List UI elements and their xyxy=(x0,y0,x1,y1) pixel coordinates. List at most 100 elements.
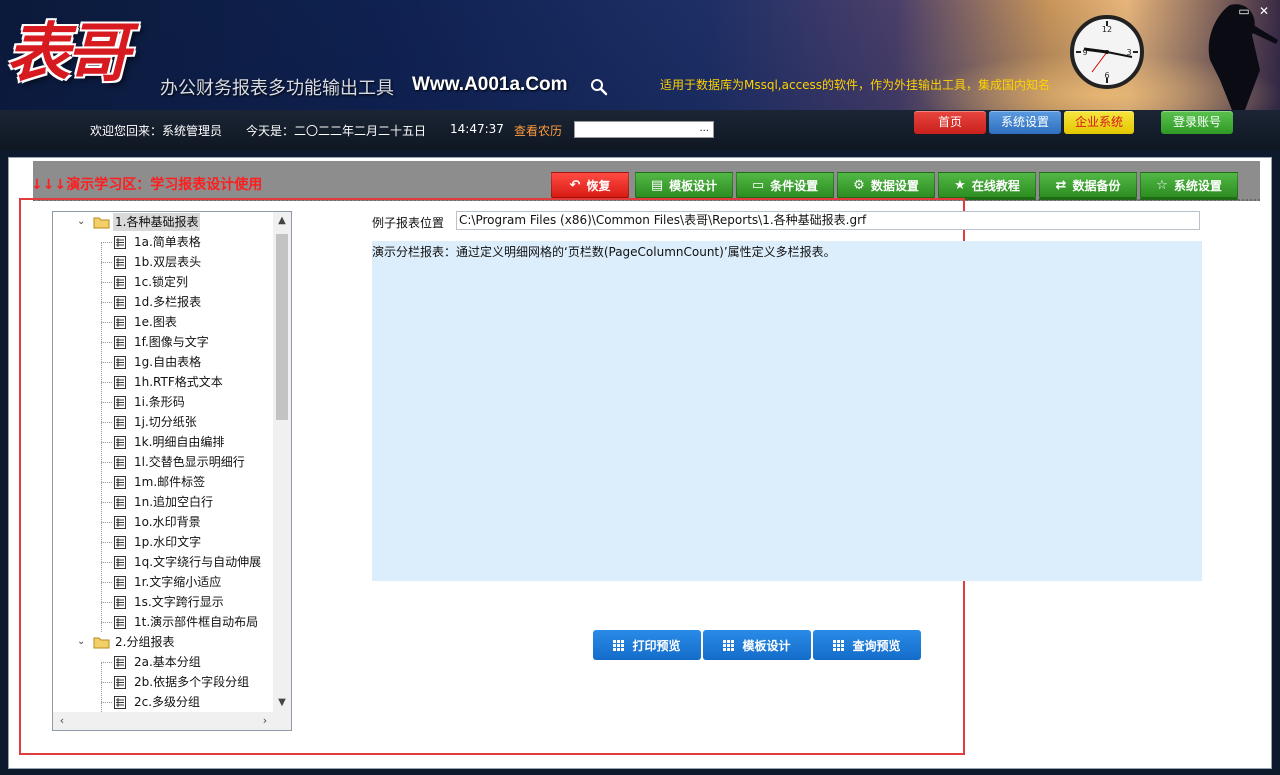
online-tutorial-label: 在线教程 xyxy=(971,178,1020,193)
report-icon xyxy=(114,396,126,409)
site-url[interactable]: Www.A001a.Com xyxy=(412,74,568,96)
tree-connector xyxy=(101,482,112,483)
report-icon xyxy=(114,656,126,669)
enterprise-button[interactable]: 企业系统 xyxy=(1064,111,1134,134)
system-settings-button[interactable]: 系统设置 xyxy=(989,111,1061,134)
tree-item-label: 1d.多栏报表 xyxy=(134,295,202,309)
data-backup-label: 数据备份 xyxy=(1072,178,1121,193)
scroll-up-icon[interactable]: ▲ xyxy=(273,212,291,230)
chevron-down-icon[interactable]: ⌄ xyxy=(77,212,85,232)
gear-icon: ⚙ xyxy=(853,177,865,193)
template-design-action-button[interactable]: 模板设计 xyxy=(703,630,811,660)
tree-item-label: 1b.双层表头 xyxy=(134,255,202,269)
lunar-calendar-link[interactable]: 查看农历 xyxy=(514,122,562,139)
report-icon xyxy=(114,276,126,289)
today-label: 今天是： xyxy=(246,124,295,138)
tree-item-label: 2a.基本分组 xyxy=(134,655,201,669)
system-settings-tool-button[interactable]: ☆ 系统设置 xyxy=(1140,172,1238,200)
tree-item[interactable]: 1h.RTF格式文本 xyxy=(53,372,274,392)
report-icon xyxy=(114,516,126,529)
tree-item-label: 1r.文字缩小适应 xyxy=(134,575,222,589)
minimize-button[interactable]: ▭ xyxy=(1236,4,1252,18)
tree-item[interactable]: 1f.图像与文字 xyxy=(53,332,274,352)
tree-item[interactable]: 1a.简单表格 xyxy=(53,232,274,252)
home-button[interactable]: 首页 xyxy=(914,111,986,134)
login-button[interactable]: 登录账号 xyxy=(1161,111,1233,134)
close-button[interactable]: ✕ xyxy=(1256,4,1272,18)
tree-group-basic: 1a.简单表格 1b.双层表头 1c.锁定列 1d.多栏报表 1e.图表 1f.图像与文字… xyxy=(53,232,274,632)
tree-item-label: 1k.明细自由编排 xyxy=(134,435,225,449)
tree-item-label: 1j.切分纸张 xyxy=(134,415,197,429)
lunar-calendar-field[interactable]: ... xyxy=(574,121,714,138)
star-icon: ★ xyxy=(954,177,966,193)
tree-item-label: 1t.演示部件框自动布局 xyxy=(134,615,259,629)
scroll-thumb[interactable] xyxy=(276,234,288,420)
chevron-down-icon[interactable]: ⌄ xyxy=(77,632,85,652)
online-tutorial-button[interactable]: ★ 在线教程 xyxy=(938,172,1036,200)
search-icon[interactable] xyxy=(590,78,608,96)
data-backup-button[interactable]: ⇄ 数据备份 xyxy=(1039,172,1137,200)
report-path-field[interactable]: C:\Program Files (x86)\Common Files\表哥\R… xyxy=(456,211,1200,230)
tree-item[interactable]: 1q.文字绕行与自动伸展 xyxy=(53,552,274,572)
tree-item[interactable]: 1r.文字缩小适应 xyxy=(53,572,274,592)
report-icon xyxy=(114,596,126,609)
tree-item-label: 1m.邮件标签 xyxy=(134,475,206,489)
report-icon xyxy=(114,416,126,429)
tree-item-label: 1a.简单表格 xyxy=(134,235,201,249)
tree-connector xyxy=(101,362,112,363)
tree-folder-group[interactable]: ⌄ 2.分组报表 xyxy=(53,632,274,652)
data-settings-button[interactable]: ⚙ 数据设置 xyxy=(837,172,935,200)
scroll-down-icon[interactable]: ▼ xyxy=(273,694,291,712)
template-design-button[interactable]: ▤ 模板设计 xyxy=(635,172,733,200)
tree-item-label: 2c.多级分组 xyxy=(134,695,201,709)
tree-connector xyxy=(101,242,112,243)
condition-settings-button[interactable]: ▭ 条件设置 xyxy=(736,172,834,200)
folder-icon xyxy=(93,217,110,229)
tree-item[interactable]: 1j.切分纸张 xyxy=(53,412,274,432)
tree-item-label: 1n.追加空白行 xyxy=(134,495,214,509)
query-preview-button[interactable]: 查询预览 xyxy=(813,630,921,660)
report-path-label: 例子报表位置 xyxy=(372,216,445,230)
report-tree[interactable]: ⌄ 1.各种基础报表 1a.简单表格 1b.双层表头 1c.锁定列 1d.多栏报表 1e… xyxy=(52,211,292,731)
report-description: 演示分栏报表：通过定义明细网格的‘页栏数(PageColumnCount)’属性… xyxy=(372,241,1202,581)
tree-item[interactable]: 1d.多栏报表 xyxy=(53,292,274,312)
tree-item[interactable]: 2b.依据多个字段分组 xyxy=(53,672,274,692)
tree-connector xyxy=(101,422,112,423)
report-icon xyxy=(114,496,126,509)
tree-item[interactable]: 1t.演示部件框自动布局 xyxy=(53,612,274,632)
report-icon xyxy=(114,356,126,369)
restore-button[interactable]: ↶ 恢复 xyxy=(551,172,629,200)
tree-connector xyxy=(101,382,112,383)
tree-item[interactable]: 2c.多级分组 xyxy=(53,692,274,712)
svg-text:6: 6 xyxy=(1104,71,1109,80)
tree-item[interactable]: 1p.水印文字 xyxy=(53,532,274,552)
report-icon xyxy=(114,336,126,349)
scroll-right-icon[interactable]: › xyxy=(256,712,274,730)
tree-connector xyxy=(101,702,112,703)
tree-item[interactable]: 1m.邮件标签 xyxy=(53,472,274,492)
tree-folder-basic[interactable]: ⌄ 1.各种基础报表 xyxy=(53,212,274,232)
tree-item[interactable]: 1s.文字跨行显示 xyxy=(53,592,274,612)
tree-connector xyxy=(101,662,112,663)
tree-item[interactable]: 1l.交替色显示明细行 xyxy=(53,452,274,472)
tree-horizontal-scrollbar[interactable]: ‹ › xyxy=(53,712,274,730)
report-icon xyxy=(114,576,126,589)
tree-item[interactable]: 2a.基本分组 xyxy=(53,652,274,672)
tree-item[interactable]: 1b.双层表头 xyxy=(53,252,274,272)
tree-item[interactable]: 1o.水印背景 xyxy=(53,512,274,532)
sync-icon: ⇄ xyxy=(1055,177,1067,193)
report-icon xyxy=(114,676,126,689)
tree-vertical-scrollbar[interactable]: ▲ ▼ xyxy=(273,212,291,712)
query-preview-label: 查询预览 xyxy=(852,638,901,653)
template-design-label: 模板设计 xyxy=(669,178,718,193)
tree-item[interactable]: 1c.锁定列 xyxy=(53,272,274,292)
tree-item[interactable]: 1e.图表 xyxy=(53,312,274,332)
tree-item[interactable]: 1n.追加空白行 xyxy=(53,492,274,512)
tree-item[interactable]: 1i.条形码 xyxy=(53,392,274,412)
scroll-left-icon[interactable]: ‹ xyxy=(53,712,71,730)
report-icon xyxy=(114,296,126,309)
print-preview-button[interactable]: 打印预览 xyxy=(593,630,701,660)
tree-item[interactable]: 1g.自由表格 xyxy=(53,352,274,372)
tree-item[interactable]: 1k.明细自由编排 xyxy=(53,432,274,452)
report-icon xyxy=(114,256,126,269)
